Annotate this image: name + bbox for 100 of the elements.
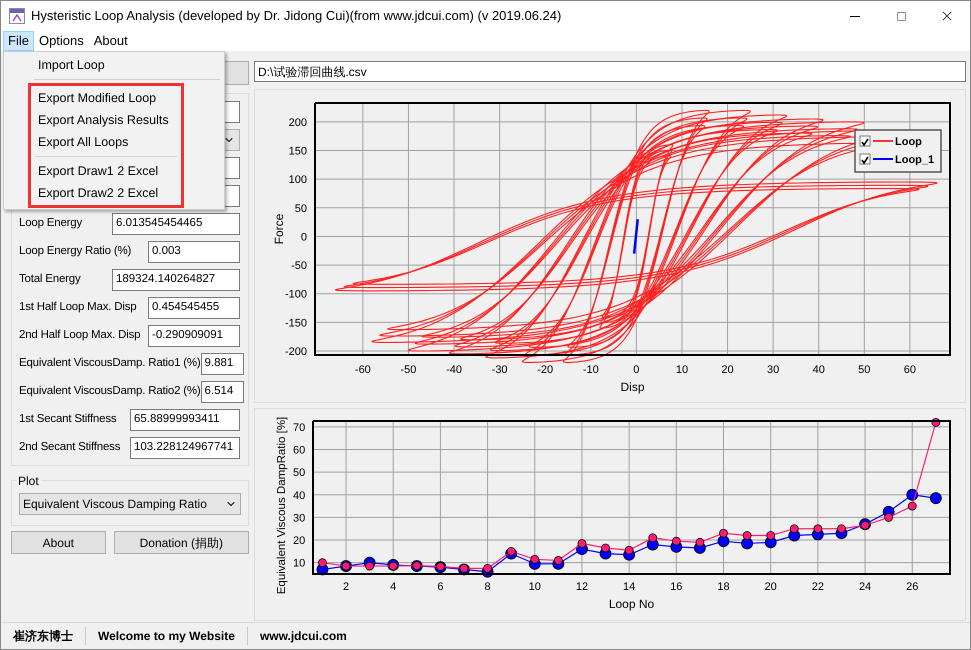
- value-field[interactable]: 6.013545454465: [112, 213, 240, 235]
- x-tick-label: 14: [623, 581, 636, 593]
- x-tick-label: 2: [342, 581, 350, 593]
- x-tick-label: 20: [764, 581, 777, 593]
- x-tick-label: 12: [576, 581, 588, 593]
- axis-tick-label: -50: [291, 260, 307, 272]
- data-point: [365, 562, 374, 570]
- axis-label: Loop No: [608, 597, 654, 611]
- data-point: [318, 558, 327, 568]
- axis-tick-label: -30: [492, 364, 508, 376]
- data-point: [930, 492, 942, 504]
- axis-tick-label: 40: [812, 364, 825, 376]
- axis-label: Disp: [620, 380, 644, 394]
- app-icon: [9, 8, 25, 24]
- value-field[interactable]: 9.881: [200, 353, 244, 375]
- x-tick-label: 18: [717, 581, 730, 593]
- value-field[interactable]: 189324.140264827: [112, 269, 240, 291]
- axis-tick-label: 20: [721, 364, 734, 376]
- axis-tick-label: -10: [582, 364, 599, 376]
- data-point: [719, 528, 728, 538]
- legend-label: Loop_1: [895, 154, 934, 166]
- axis-tick-label: -40: [446, 364, 462, 376]
- file-path-field[interactable]: D:\试验滞回曲线.csv: [254, 61, 966, 82]
- axis-tick-label: 60: [904, 364, 916, 376]
- data-point: [554, 556, 563, 565]
- data-point: [766, 531, 776, 540]
- y-tick-label: 10: [293, 558, 306, 570]
- field-label: 2nd Half Loop Max. Disp: [19, 328, 140, 344]
- data-point: [672, 536, 681, 546]
- axis-tick-label: 50: [858, 364, 870, 376]
- data-point: [483, 564, 492, 573]
- menu-item[interactable]: Import Loop: [4, 54, 224, 76]
- menu-item[interactable]: Export Analysis Results: [31, 109, 181, 131]
- data-point: [742, 531, 752, 540]
- y-tick-label: 50: [293, 467, 306, 480]
- axis-tick-label: 200: [288, 116, 307, 129]
- y-tick-label: 30: [293, 512, 306, 524]
- maximize-icon: [896, 10, 906, 22]
- data-point: [908, 502, 917, 510]
- data-point: [884, 513, 894, 522]
- legend-checkbox[interactable]: [860, 136, 870, 146]
- value-field[interactable]: 103.228124967741: [130, 437, 240, 459]
- value-field[interactable]: 0.003: [148, 241, 240, 263]
- data-point: [506, 546, 516, 556]
- data-point: [741, 538, 753, 550]
- x-tick-label: 8: [484, 581, 491, 593]
- window-title: Hysteristic Loop Analysis (developed by Dr. Jidong Cui)(from www.jdcui.com) (v 2019.06.24): [31, 7, 562, 26]
- axis-tick-label: 0: [300, 231, 307, 244]
- data-point: [813, 524, 822, 534]
- data-point: [460, 564, 468, 573]
- menu-item[interactable]: Export Draw1 2 Excel: [31, 160, 181, 182]
- axis-tick-label: 30: [767, 364, 780, 376]
- field-label: 1st Secant Stiffness: [19, 412, 116, 428]
- data-point: [696, 538, 704, 547]
- axis-label: Force: [272, 214, 286, 244]
- menu-item[interactable]: Export Modified Loop: [31, 87, 181, 109]
- value-field[interactable]: 65.88999993411: [130, 409, 240, 431]
- axis-tick-label: 0: [633, 364, 640, 376]
- value-field[interactable]: 0.454545455: [148, 297, 240, 319]
- menu-bar-item[interactable]: About: [88, 31, 133, 51]
- action-button[interactable]: About: [11, 531, 106, 554]
- field-label: 2nd Secant Stiffness: [19, 440, 120, 456]
- field-label: Total Energy: [19, 272, 81, 288]
- value-field[interactable]: -0.290909091: [148, 325, 240, 347]
- menu-item[interactable]: Export All Loops: [31, 131, 181, 153]
- menu-bar-item[interactable]: Options: [34, 31, 89, 51]
- axis-tick-label: 50: [294, 202, 307, 215]
- field-label: 1st Half Loop Max. Disp: [19, 300, 136, 316]
- axis-tick-label: 150: [288, 146, 307, 158]
- status-text: 崔济东博士: [12, 628, 74, 645]
- plot-dropdown[interactable]: Equivalent Viscous Damping Ratio: [19, 493, 241, 515]
- y-tick-label: 70: [293, 422, 306, 434]
- data-point: [906, 488, 918, 501]
- menu-bar-item[interactable]: File: [3, 31, 34, 51]
- axis-tick-label: -60: [354, 364, 371, 376]
- field-label: Loop Energy: [19, 216, 82, 232]
- x-tick-label: 24: [858, 581, 872, 593]
- data-point: [931, 418, 940, 427]
- axis-tick-label: -150: [284, 317, 307, 330]
- data-point: [718, 535, 730, 548]
- x-tick-label: 26: [906, 581, 918, 593]
- x-tick-label: 16: [670, 581, 682, 593]
- status-text: www.jdcui.com: [246, 627, 359, 645]
- legend-checkbox[interactable]: [860, 154, 870, 164]
- field-label: Equivalent ViscousDamp. Ratio1 (%): [19, 356, 201, 372]
- x-tick-label: 4: [390, 581, 396, 593]
- x-tick-label: 10: [528, 581, 541, 593]
- data-point: [837, 524, 846, 534]
- axis-tick-label: -200: [284, 346, 307, 358]
- value-field[interactable]: 6.514: [200, 381, 244, 403]
- axis-tick-label: -50: [400, 364, 416, 376]
- data-point: [624, 546, 634, 555]
- y-tick-label: 60: [293, 444, 306, 457]
- y-tick-label: 40: [293, 490, 306, 502]
- data-point: [601, 544, 610, 552]
- data-point: [530, 554, 540, 564]
- axis-tick-label: 10: [676, 364, 688, 376]
- action-button[interactable]: Donation (捐助): [114, 531, 249, 554]
- data-point: [648, 533, 658, 542]
- menu-item[interactable]: Export Draw2 2 Excel: [31, 182, 181, 204]
